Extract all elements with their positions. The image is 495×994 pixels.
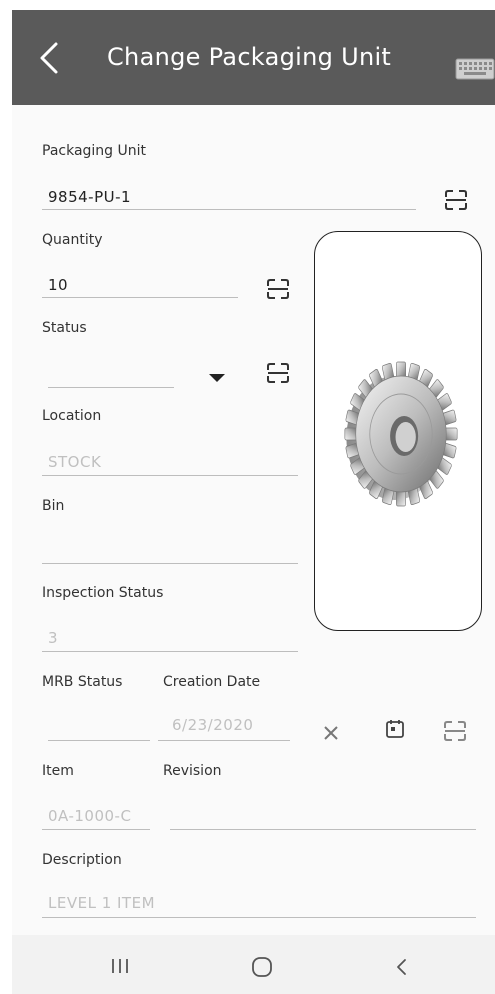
part-image-card	[314, 231, 482, 631]
quantity-input[interactable]: 10	[48, 276, 68, 294]
status-dropdown-button[interactable]	[206, 370, 228, 384]
calendar-button[interactable]	[385, 719, 405, 739]
recent-apps-icon	[112, 959, 128, 973]
revision-label: Revision	[163, 763, 222, 779]
inspection-status-input: 3	[48, 629, 59, 647]
location-underline	[42, 475, 298, 476]
packaging-unit-underline	[42, 209, 416, 210]
location-label: Location	[42, 408, 102, 424]
barcode-scan-icon	[444, 721, 466, 741]
barcode-scan-icon	[267, 279, 289, 299]
creation-date-underline	[158, 740, 290, 741]
status-underline	[48, 387, 174, 388]
status-label: Status	[42, 320, 87, 336]
packaging-unit-label: Packaging Unit	[42, 143, 147, 159]
calendar-icon	[386, 720, 404, 738]
app-header: Change Packaging Unit	[12, 10, 495, 105]
clear-date-button[interactable]	[322, 724, 340, 742]
inspection-status-label: Inspection Status	[42, 585, 164, 601]
mrb-status-label: MRB Status	[42, 674, 123, 690]
creation-date-label: Creation Date	[163, 674, 261, 690]
description-label: Description	[42, 852, 122, 868]
bin-underline	[42, 563, 298, 564]
quantity-underline	[42, 297, 238, 298]
bin-label: Bin	[42, 498, 65, 514]
app-screen: Change Packaging Unit Packaging Unit 985…	[12, 10, 495, 994]
quantity-label: Quantity	[42, 232, 103, 248]
mrb-status-underline	[48, 740, 150, 741]
description-underline	[42, 917, 476, 918]
inspection-status-underline	[42, 651, 298, 652]
revision-underline	[170, 829, 476, 830]
creation-date-input: 6/23/2020	[172, 716, 254, 734]
creation-date-scan-button[interactable]	[443, 720, 467, 742]
keyboard-button[interactable]	[455, 58, 495, 80]
barcode-scan-icon	[445, 190, 467, 210]
status-scan-button[interactable]	[266, 362, 290, 384]
back-button[interactable]	[34, 38, 70, 78]
home-icon	[252, 957, 272, 977]
item-label: Item	[42, 763, 74, 779]
screen-frame: Change Packaging Unit Packaging Unit 985…	[0, 0, 495, 994]
back-icon	[397, 959, 406, 975]
page-title: Change Packaging Unit	[107, 43, 392, 71]
location-input: STOCK	[48, 453, 102, 471]
caret-down-icon	[209, 374, 225, 382]
packaging-unit-scan-button[interactable]	[444, 189, 468, 211]
item-input: 0A-1000-C	[48, 807, 132, 825]
system-nav-bar	[12, 935, 495, 994]
description-input: LEVEL 1 ITEM	[48, 894, 156, 912]
item-underline	[42, 829, 150, 830]
close-icon	[324, 726, 338, 740]
keyboard-icon	[455, 58, 495, 80]
recent-apps-button[interactable]	[108, 956, 132, 976]
chevron-left-icon	[40, 42, 58, 74]
nav-back-button[interactable]	[392, 956, 412, 978]
frame-border-top	[0, 0, 495, 10]
barcode-scan-icon	[267, 363, 289, 383]
gear-image	[344, 361, 458, 507]
packaging-unit-input[interactable]: 9854-PU-1	[48, 188, 131, 206]
frame-border-left	[0, 0, 12, 994]
quantity-scan-button[interactable]	[266, 278, 290, 300]
home-button[interactable]	[250, 956, 274, 978]
